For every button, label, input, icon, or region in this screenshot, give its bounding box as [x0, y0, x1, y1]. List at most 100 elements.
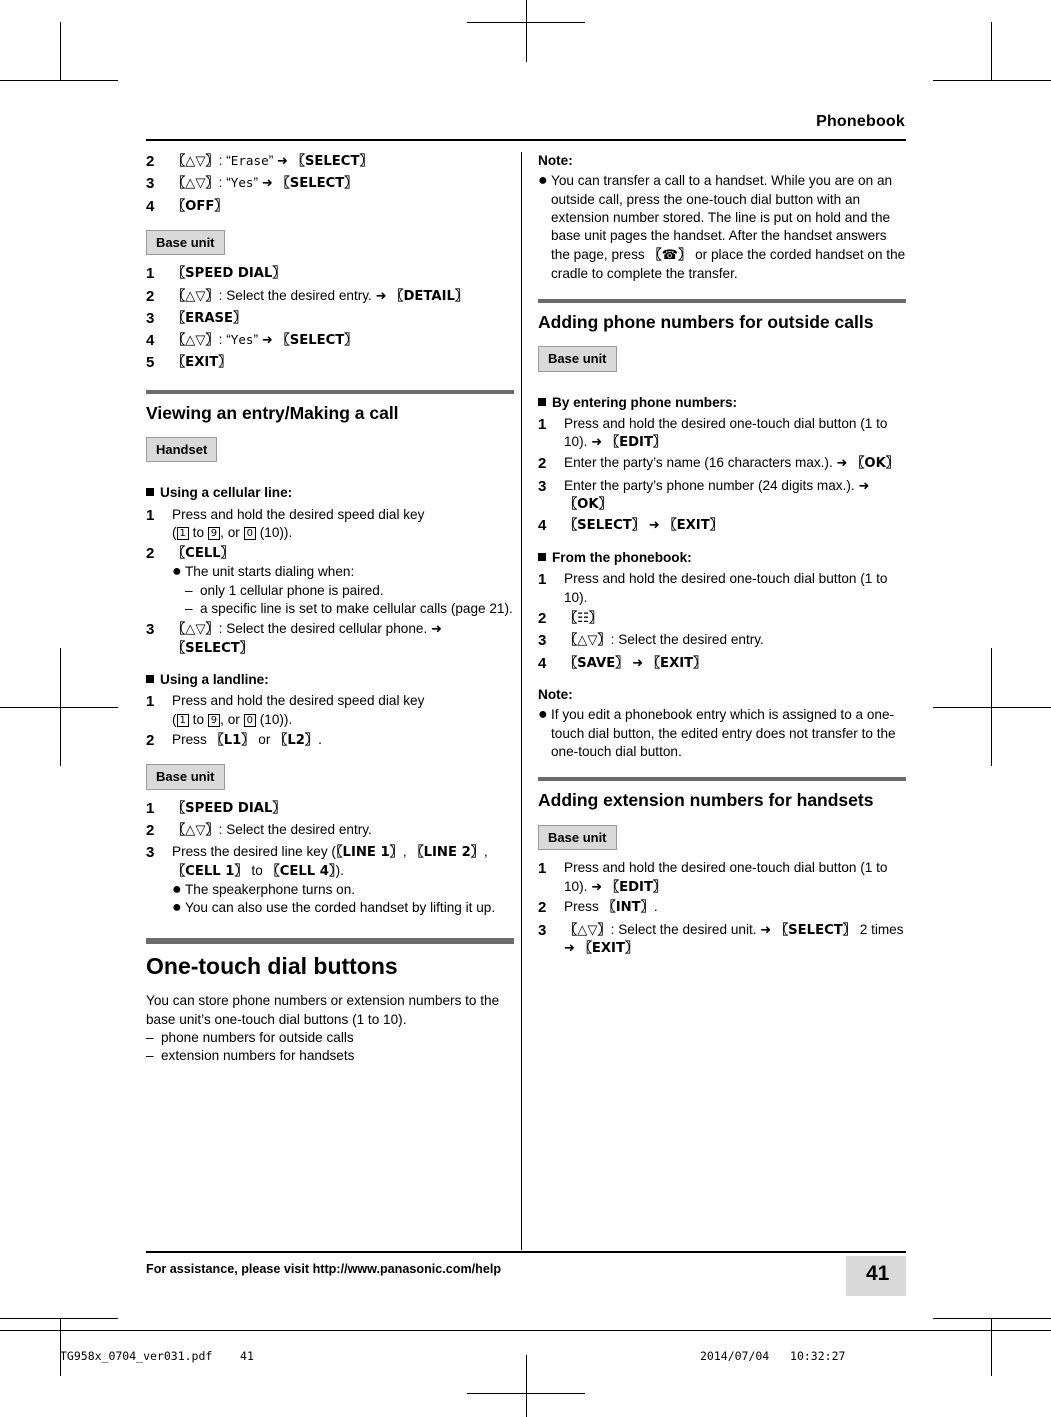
bullet-icon: ● — [538, 172, 548, 190]
key-updown: 〖△▽〗 — [172, 622, 219, 638]
step-body: 〖△▽〗: Select the desired unit. ➜ 〖SELECT… — [564, 921, 904, 957]
step-body: 〖△▽〗: “Yes” ➜ 〖SELECT〗 — [172, 332, 358, 349]
base-step-5: 5 〖EXIT〗 — [146, 353, 514, 373]
step-body: 〖△▽〗: Select the desired cellular phone.… — [172, 621, 442, 657]
onetouch-paragraph: You can store phone numbers or extension… — [146, 993, 500, 1027]
key-updown: 〖△▽〗 — [564, 922, 611, 938]
step-number: 1 — [538, 571, 547, 589]
arrow-icon: ➜ — [632, 655, 644, 671]
section-bar — [146, 389, 514, 394]
step-body: 〖SAVE〗 ➜ 〖EXIT〗 — [564, 654, 906, 674]
key-line1: 〖LINE 1〗 — [335, 845, 403, 861]
step-number: 2 — [146, 287, 155, 305]
step-number: 1 — [146, 506, 155, 524]
cellular-step-3: 3 〖△▽〗: Select the desired cellular phon… — [146, 620, 514, 658]
step-number: 4 — [538, 516, 547, 534]
entering-step-2: 2 Enter the party’s name (16 characters … — [538, 454, 906, 474]
key-l2: 〖L2〗 — [274, 733, 319, 749]
step-number: 3 — [146, 844, 155, 862]
page-header-title: Phonebook — [816, 113, 905, 130]
key-speakerphone: 〖☎〗 — [648, 247, 692, 263]
section-title-viewing: Viewing an entry/Making a call — [146, 402, 399, 423]
baseunit-label: Base unit — [538, 346, 617, 372]
bullet-icon: ● — [172, 899, 182, 917]
section-bar — [538, 777, 906, 782]
crop-mark — [933, 1318, 1051, 1319]
arrow-icon: ➜ — [648, 517, 660, 533]
key-exit: 〖EXIT〗 — [663, 517, 723, 533]
key-cell: 〖CELL〗 — [172, 546, 234, 562]
step-3-erase: 3 〖△▽〗: “Yes” ➜ 〖SELECT〗 — [146, 174, 514, 194]
base-step-3: 3 〖ERASE〗 — [146, 309, 514, 329]
baseunit-label: Base unit — [146, 229, 225, 256]
step-number: 1 — [146, 693, 155, 711]
bullet-icon: ● — [538, 706, 548, 724]
step-body: 〖OFF〗 — [172, 197, 514, 217]
dash-item: – phone numbers for outside calls — [146, 1029, 514, 1047]
step-number: 3 — [538, 477, 547, 495]
key-line2: 〖LINE 2〗 — [410, 845, 484, 861]
dash-icon: – — [146, 1030, 154, 1045]
phonebook-step-2: 2 〖☷〗 — [538, 609, 906, 629]
dash-icon: – — [146, 1048, 154, 1064]
entering-step-1: 1 Press and hold the desired one-touch d… — [538, 415, 906, 452]
key-phonebook: 〖☷〗 — [564, 611, 603, 627]
step-number: 3 — [146, 175, 155, 193]
crop-mark — [991, 22, 992, 80]
step-number: 2 — [538, 610, 547, 628]
step-body: 〖SPEED DIAL〗 — [172, 264, 514, 284]
keycap-9: 9 — [207, 713, 221, 727]
subhead-cellular: Using a cellular line: — [146, 484, 514, 502]
base2-step-3: 3 Press the desired line key (〖LINE 1〗, … — [146, 843, 514, 917]
step-body: Press the desired line key (〖LINE 1〗, 〖L… — [172, 843, 514, 917]
key-updown: 〖△▽〗 — [172, 288, 219, 304]
step-number: 1 — [146, 799, 155, 817]
bullet-text: You can also use the corded handset by l… — [185, 900, 496, 916]
key-select: 〖SELECT〗 — [276, 333, 358, 349]
bullet-item: ● The speakerphone turns on. — [172, 881, 514, 899]
step-number: 3 — [146, 621, 155, 639]
display-text-yes: Yes — [230, 175, 254, 191]
keycap-1: 1 — [176, 713, 189, 727]
keycap-1: 1 — [176, 527, 189, 541]
step-body: Press 〖INT〗. — [564, 899, 658, 916]
note-title: Note: — [538, 686, 573, 702]
step-number: 1 — [538, 416, 547, 434]
left-column: 2 〖△▽〗: “Erase” ➜ 〖SELECT〗 3 〖△▽〗: “Yes”… — [146, 152, 514, 1066]
step-body: Press and hold the desired speed dial ke… — [172, 693, 425, 727]
key-updown: 〖△▽〗 — [172, 154, 219, 169]
step-body: Press and hold the desired speed dial ke… — [172, 506, 425, 541]
note-bullet: ● You can transfer a call to a handset. … — [538, 172, 906, 283]
bullet-item: ● You can also use the corded handset by … — [172, 899, 514, 917]
baseunit-label: Base unit — [146, 764, 225, 790]
arrow-icon: ➜ — [591, 435, 603, 451]
dash-text: phone numbers for outside calls — [161, 1030, 354, 1045]
key-ok: 〖OK〗 — [851, 456, 899, 472]
step-body: Enter the party’s name (16 characters ma… — [564, 455, 899, 472]
key-erase: 〖ERASE〗 — [172, 310, 247, 326]
step-4-erase: 4 〖OFF〗 — [146, 197, 514, 217]
dash-item: – only 1 cellular phone is paired. — [185, 582, 514, 600]
key-int: 〖INT〗 — [602, 900, 654, 916]
dash-icon: – — [185, 601, 193, 617]
ext-step-1: 1 Press and hold the desired one-touch d… — [538, 859, 906, 896]
step-number: 1 — [538, 860, 547, 878]
entering-step-3: 3 Enter the party’s phone number (24 dig… — [538, 477, 906, 514]
note-text: You can transfer a call to a handset. Wh… — [551, 173, 906, 281]
step-body: 〖△▽〗: Select the desired entry. ➜ 〖DETAI… — [172, 287, 469, 304]
phonebook-step-4: 4 〖SAVE〗 ➜ 〖EXIT〗 — [538, 654, 906, 674]
manual-page: Phonebook 2 〖△▽〗: “Erase” ➜ 〖SELECT〗 3 〖… — [0, 0, 1051, 1417]
footer-assistance: For assistance, please visit http://www.… — [146, 1262, 502, 1276]
square-bullet-icon — [538, 397, 546, 406]
key-edit: 〖EDIT〗 — [605, 435, 667, 451]
step-number: 2 — [146, 732, 155, 750]
bullet-text: The speakerphone turns on. — [185, 881, 356, 897]
step-body: Press and hold the desired one-touch dia… — [564, 860, 888, 895]
header-rule — [146, 139, 906, 141]
base2-step-2: 2 〖△▽〗: Select the desired entry. — [146, 821, 514, 841]
step-body: 〖CELL〗 ● The unit starts dialing when: – o… — [172, 544, 514, 618]
arrow-icon: ➜ — [858, 478, 870, 494]
crop-mark — [933, 80, 1051, 81]
note-title: Note: — [538, 153, 573, 168]
crop-mark — [0, 80, 118, 81]
